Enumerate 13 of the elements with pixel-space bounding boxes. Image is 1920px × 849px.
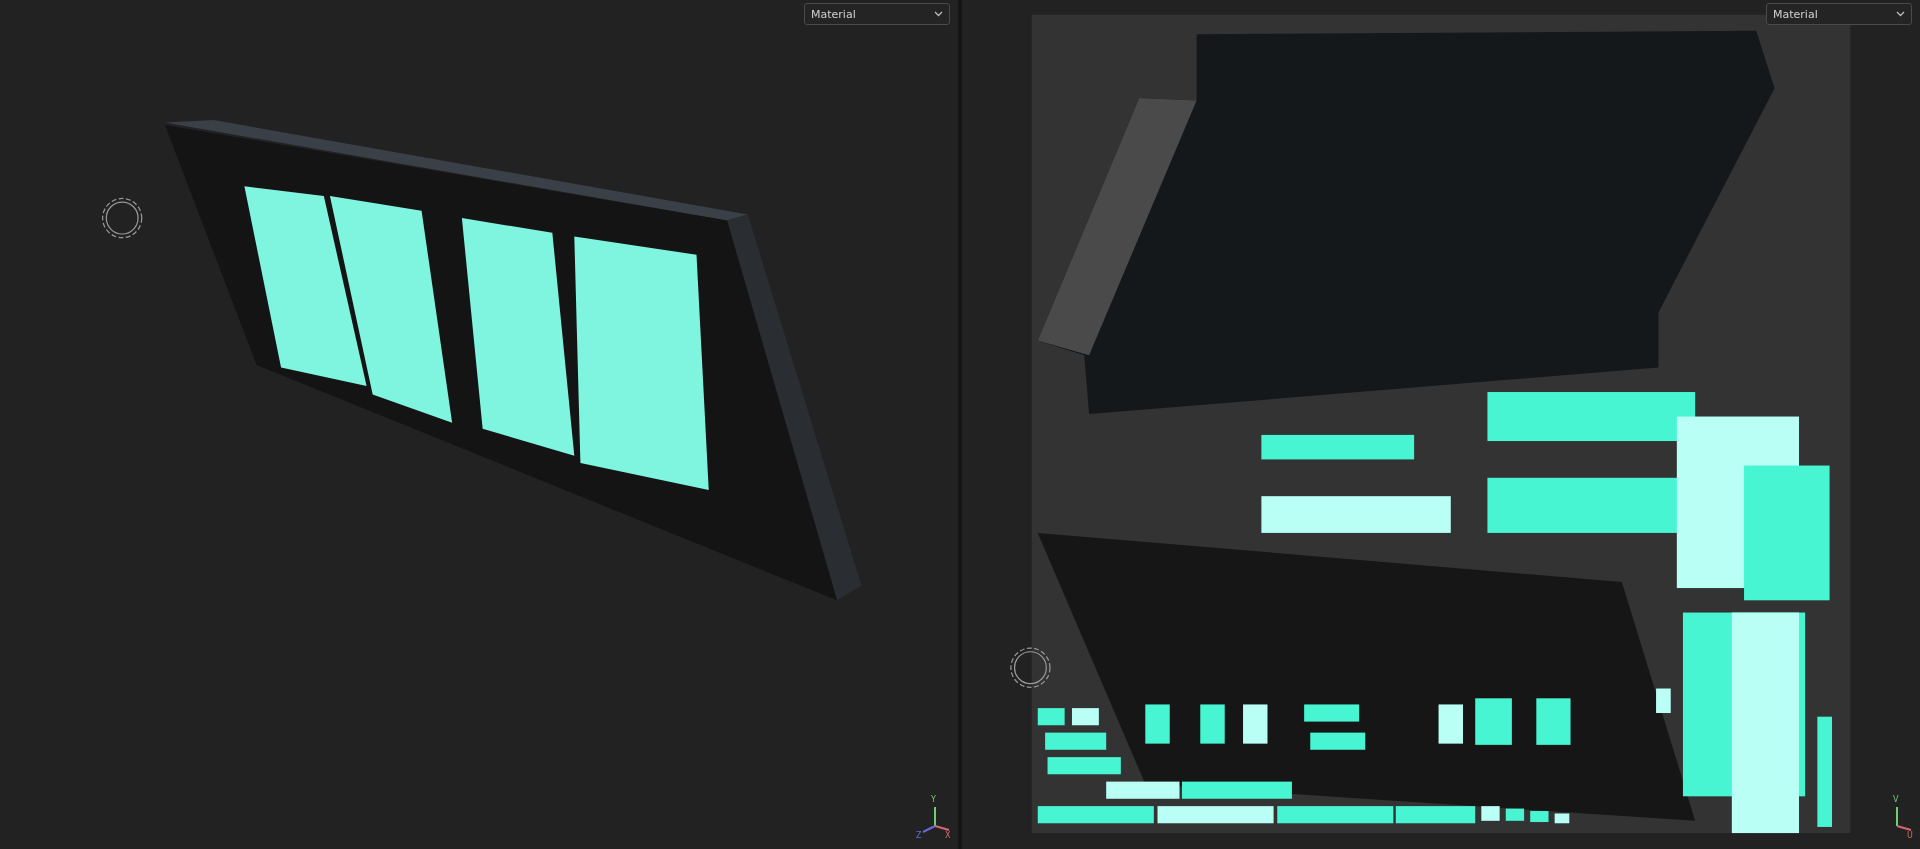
axis-gizmo-icon — [922, 806, 950, 833]
display-mode-dropdown[interactable]: Material — [1766, 3, 1912, 25]
axis-gizmo-icon — [1896, 806, 1912, 831]
axis-label: Z — [916, 831, 922, 840]
axis-label: Y — [931, 795, 936, 804]
display-mode-dropdown[interactable]: Material — [804, 3, 950, 25]
chevron-down-icon — [934, 11, 943, 17]
chevron-down-icon — [1896, 11, 1905, 17]
brush-cursor-icon — [1010, 647, 1051, 688]
axis-label: U — [1907, 831, 1913, 840]
axis-label: X — [945, 831, 951, 840]
brush-cursor-icon — [102, 197, 143, 239]
axis-label: V — [1893, 795, 1899, 804]
